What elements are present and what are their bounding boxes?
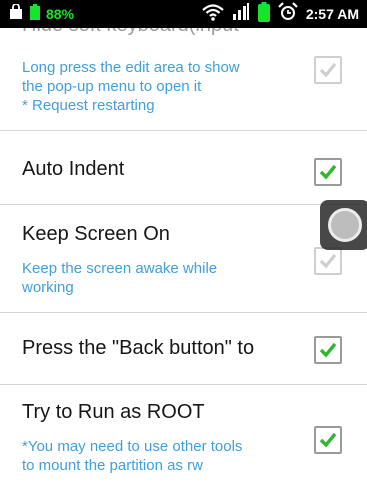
alarm-icon <box>278 1 298 27</box>
keep-screen-on-checkbox[interactable] <box>314 247 342 275</box>
run-as-root-checkbox[interactable] <box>314 426 342 454</box>
floating-assistive-touch-button[interactable] <box>320 200 367 250</box>
clock: 2:57 AM <box>305 6 359 22</box>
setting-title: Try to Run as ROOT <box>22 401 205 423</box>
setting-title: Hide soft keyboard(input <box>22 28 239 37</box>
battery-percent: 88% <box>46 6 75 22</box>
setting-summary: Keep the screen awake while working <box>22 260 218 296</box>
wifi-icon <box>202 3 224 26</box>
battery-icon <box>257 1 270 27</box>
setting-summary: Long press the edit area to show the pop… <box>22 59 240 114</box>
signal-icon <box>232 2 250 26</box>
status-bar: 88% 2:57 AM <box>0 0 367 28</box>
setting-row-keep-screen-on[interactable]: Keep Screen On Keep the screen awake whi… <box>0 205 367 313</box>
settings-list: Hide soft keyboard(input Long press the … <box>0 28 367 492</box>
setting-summary: *You may need to use other tools to moun… <box>22 438 243 474</box>
setting-row-run-as-root[interactable]: Try to Run as ROOT *You may need to use … <box>0 385 367 492</box>
setting-title: Keep Screen On <box>22 223 170 245</box>
hide-soft-keyboard-checkbox[interactable] <box>314 56 342 84</box>
setting-row-back-button[interactable]: Press the "Back button" to <box>0 313 367 385</box>
check-icon <box>319 253 337 269</box>
battery-small-icon <box>30 3 40 25</box>
check-icon <box>319 342 337 358</box>
check-icon <box>319 164 337 180</box>
setting-row-auto-indent[interactable]: Auto Indent <box>0 130 367 205</box>
auto-indent-checkbox[interactable] <box>314 158 342 186</box>
shopping-bag-icon <box>8 2 24 25</box>
status-left: 88% <box>8 2 75 25</box>
setting-title: Press the "Back button" to <box>22 337 255 359</box>
check-icon <box>319 62 337 78</box>
back-button-checkbox[interactable] <box>314 336 342 364</box>
setting-title: Auto Indent <box>22 158 125 180</box>
status-right: 2:57 AM <box>202 1 359 27</box>
check-icon <box>319 432 337 448</box>
assistive-touch-icon <box>328 208 362 242</box>
setting-row-hide-soft-keyboard[interactable]: Hide soft keyboard(input Long press the … <box>0 28 367 131</box>
